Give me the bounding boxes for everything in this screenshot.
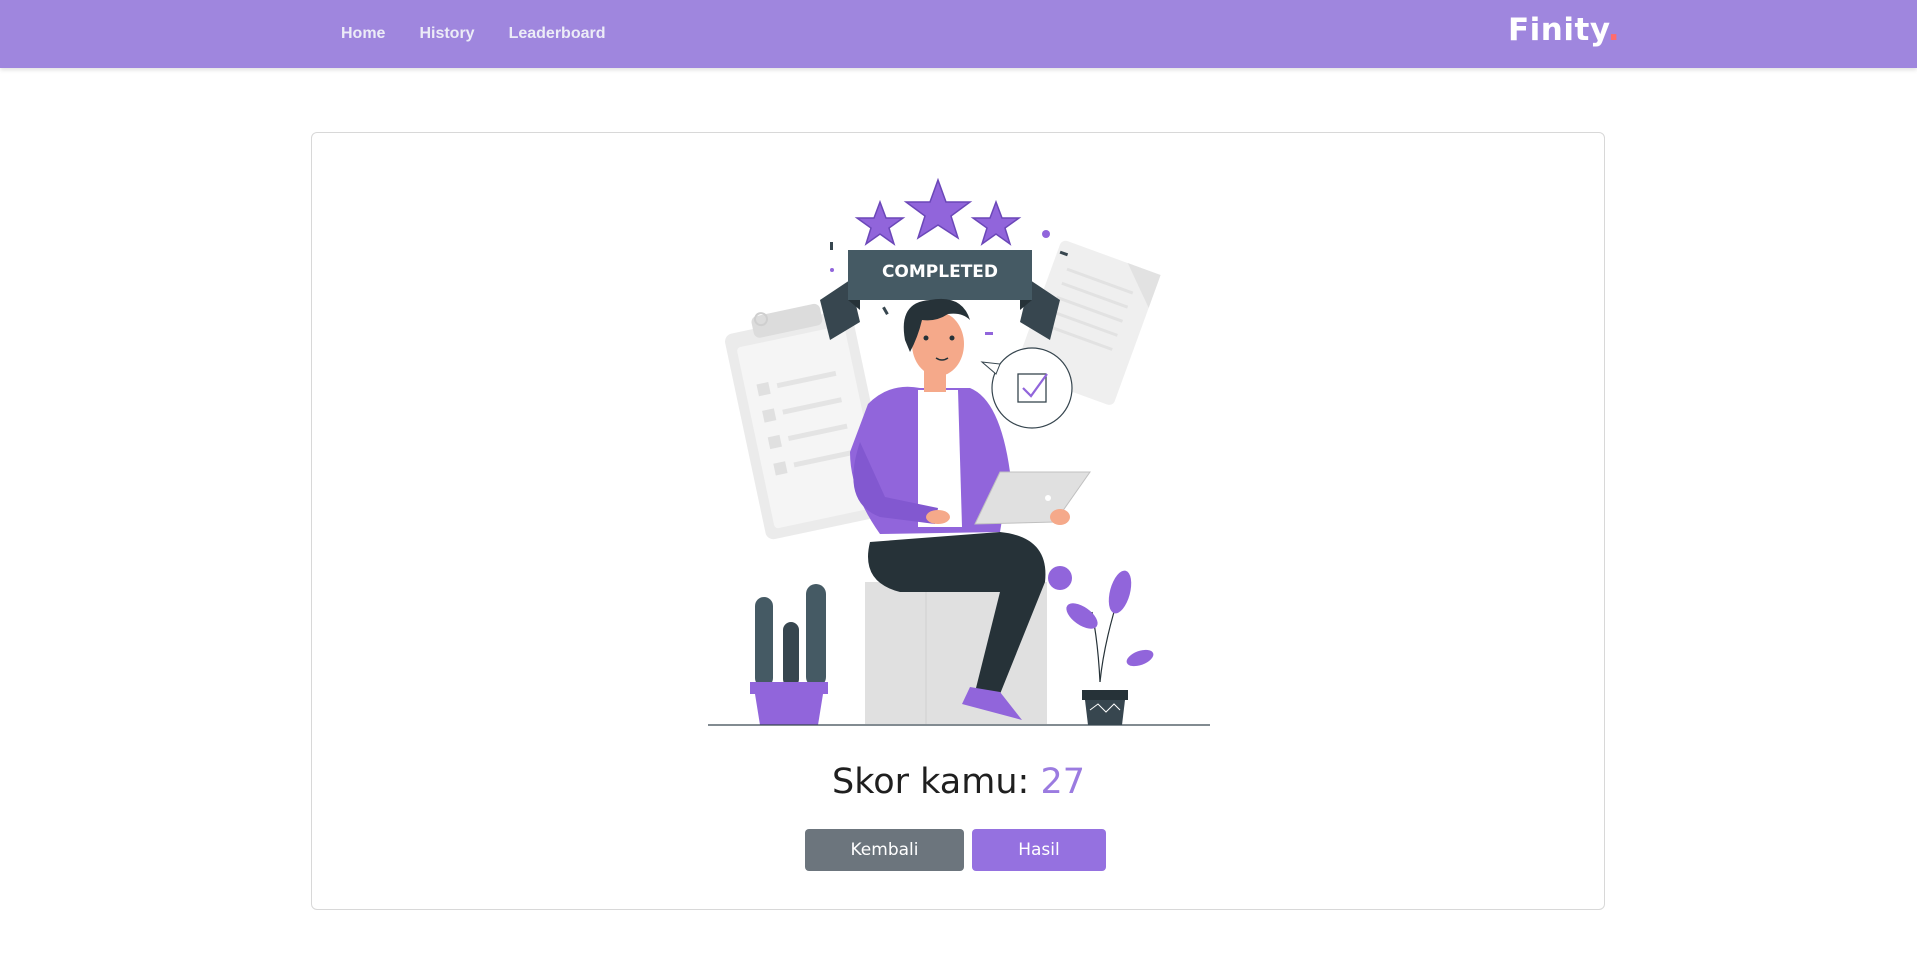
banner-text: COMPLETED xyxy=(882,262,998,282)
check-bubble-icon xyxy=(980,347,1073,429)
brand-dot: . xyxy=(1607,12,1620,48)
nav-link-leaderboard[interactable]: Leaderboard xyxy=(509,25,606,43)
score-label: Skor kamu: xyxy=(831,762,1041,802)
back-button[interactable]: Kembali xyxy=(805,829,964,871)
leaf-plant-graphic xyxy=(1066,570,1154,725)
score-value: 27 xyxy=(1040,762,1085,802)
brand-logo[interactable]: Finity. xyxy=(1508,12,1620,48)
result-button[interactable]: Hasil xyxy=(972,829,1106,871)
nav-link-home[interactable]: Home xyxy=(341,25,385,43)
brand-name: Finity xyxy=(1508,12,1608,48)
top-navbar: Home History Leaderboard Finity. xyxy=(0,0,1917,68)
nav-links: Home History Leaderboard xyxy=(341,0,606,68)
nav-link-history[interactable]: History xyxy=(419,25,474,43)
action-buttons: Kembali Hasil xyxy=(0,829,1917,871)
stars-graphic xyxy=(854,177,1022,246)
completed-illustration: COMPLETED xyxy=(708,177,1210,726)
cactus-plant-graphic xyxy=(750,584,828,725)
score-text: Skor kamu: 27 xyxy=(0,762,1917,802)
